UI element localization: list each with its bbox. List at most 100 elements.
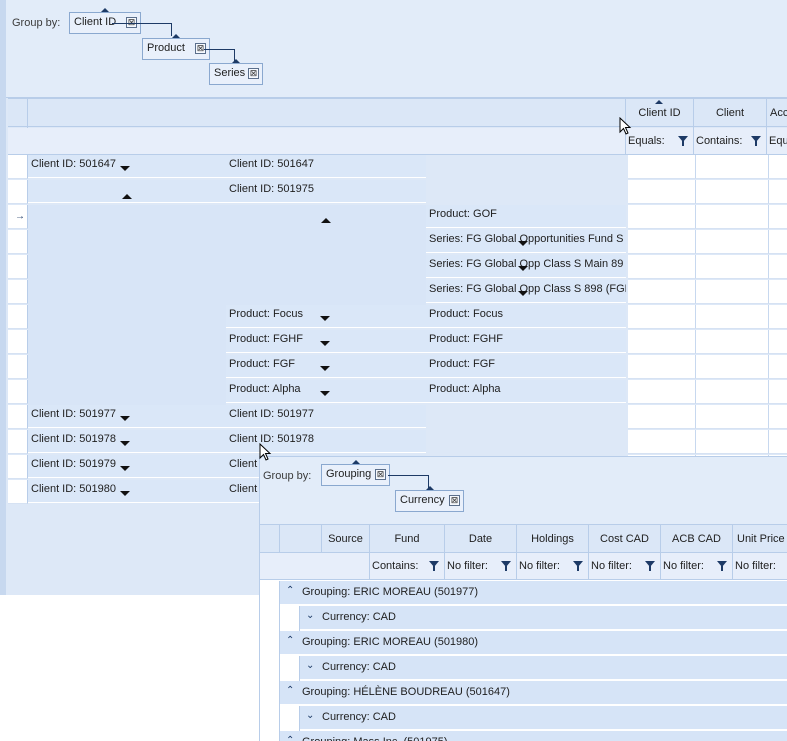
group-by-panel[interactable]: Group by: Client ID ⊠ Product ⊠ Series ⊠ [6,0,787,98]
group-row-cell[interactable]: Client ID: 501979 [28,455,226,478]
group-row-band[interactable]: ⌄ Currency: CAD [300,606,787,630]
filter-date[interactable]: No filter: [445,553,517,579]
data-cell-acc[interactable] [769,330,787,354]
group-chip-series[interactable]: Series ⊠ [209,59,263,85]
filter-fund[interactable]: Contains: [370,553,445,579]
data-cell-acc[interactable] [769,430,787,454]
data-cell-client-id[interactable] [628,155,696,179]
filter-client[interactable]: Contains: [694,128,767,154]
data-cell-client[interactable] [696,205,769,229]
row-selector[interactable] [8,155,28,179]
data-cell-acc[interactable] [769,355,787,379]
group-row-cell[interactable]: Product: FGHF [226,330,426,353]
group-row-cell[interactable]: Client ID: 501647 [226,155,426,178]
row-selector[interactable] [260,656,280,681]
group-chip-currency[interactable]: Currency ⊠ [395,486,464,512]
data-cell-acc[interactable] [769,405,787,429]
expand-arrow-icon[interactable] [120,441,130,446]
group-row-cell[interactable]: Client ID: 501647 [28,155,226,178]
group-row-band[interactable]: ⌃ Grouping: ERIC MOREAU (501980) [280,631,787,655]
collapse-chevron-icon[interactable]: ⌃ [286,585,294,596]
group-row-cell[interactable]: Series: FG Global Opportunities Fund S [426,230,626,253]
expand-arrow-icon[interactable] [320,341,330,346]
column-header-client-id[interactable]: Client ID [626,99,694,128]
group-by-panel[interactable]: Group by: Grouping ⊠ Currency ⊠ [260,457,787,525]
filter-unit-price[interactable]: No filter: [733,553,787,579]
data-cell-acc[interactable] [769,305,787,329]
filter-icon[interactable] [573,561,583,571]
group-row-band[interactable]: ⌃ Grouping: Mass Inc. (501975) [280,731,787,741]
row-selector[interactable] [8,330,28,354]
group-row-cell[interactable]: Product: FGF [426,355,626,378]
collapse-chevron-icon[interactable]: ⌃ [286,735,294,741]
expand-arrow-icon[interactable] [320,366,330,371]
group-row-cell[interactable]: Client ID: 501978 [28,430,226,453]
filter-holdings[interactable]: No filter: [517,553,589,579]
data-cell-acc[interactable] [769,155,787,179]
group-row-cell[interactable]: Client ID: 501975 [226,180,426,203]
expand-arrow-icon[interactable] [120,491,130,496]
filter-cost-cad[interactable]: No filter: [589,553,661,579]
expand-chevron-icon[interactable]: ⌄ [306,710,314,721]
column-header-fund[interactable]: Fund [370,525,445,553]
group-row-cell[interactable]: Product: FGHF [426,330,626,353]
group-row-cell[interactable]: Product: Focus [226,305,426,328]
row-selector[interactable] [8,280,28,304]
expand-arrow-icon[interactable] [518,266,528,271]
group-row-cell[interactable] [28,180,226,203]
group-row-cell[interactable]: Product: Focus [426,305,626,328]
filter-icon[interactable] [678,136,688,146]
data-cell-client-id[interactable] [628,305,696,329]
row-selector[interactable] [260,631,280,656]
filter-icon[interactable] [751,136,761,146]
data-cell-client[interactable] [696,230,769,254]
group-row-cell[interactable]: Product: Alpha [226,380,426,403]
data-cell-acc[interactable] [769,280,787,304]
data-cell-client-id[interactable] [628,330,696,354]
row-selector[interactable] [260,606,280,631]
filter-acb-cad[interactable]: No filter: [661,553,733,579]
remove-group-icon[interactable]: ⊠ [449,495,460,506]
row-selector[interactable] [8,230,28,254]
group-row-cell[interactable]: Product: GOF [426,205,626,228]
row-selector[interactable] [8,405,28,429]
expand-arrow-icon[interactable] [120,166,130,171]
group-row-cell[interactable]: Client ID: 501977 [28,405,226,428]
group-row-cell[interactable]: Client ID: 501978 [226,430,426,453]
data-cell-client-id[interactable] [628,280,696,304]
column-header-cost-cad[interactable]: Cost CAD [589,525,661,553]
group-chip-grouping[interactable]: Grouping ⊠ [321,460,390,486]
group-row-grouping[interactable]: ⌃ Grouping: ERIC MOREAU (501977) [260,581,787,606]
data-cell-client[interactable] [696,330,769,354]
data-cell-client-id[interactable] [628,355,696,379]
expand-arrow-icon[interactable] [518,241,528,246]
row-selector[interactable] [260,581,280,606]
data-cell-client[interactable] [696,355,769,379]
data-cell-client-id[interactable] [628,430,696,454]
group-row-band[interactable]: ⌄ Currency: CAD [300,706,787,730]
group-row-currency[interactable]: ⌄ Currency: CAD [260,606,787,631]
data-cell-client-id[interactable] [628,205,696,229]
group-row-cell[interactable]: Product: FGF [226,355,426,378]
collapse-chevron-icon[interactable]: ⌃ [286,635,294,646]
remove-group-icon[interactable]: ⊠ [248,68,259,79]
row-selector[interactable] [260,681,280,706]
group-row-cell[interactable]: Series: FG Global Opp Class S 898 (FGL [426,280,626,303]
data-cell-client-id[interactable] [628,405,696,429]
data-cell-client[interactable] [696,430,769,454]
expand-chevron-icon[interactable]: ⌄ [306,660,314,671]
group-chip-product[interactable]: Product ⊠ [142,34,210,60]
row-selector[interactable] [8,355,28,379]
row-selector[interactable] [8,480,28,504]
filter-icon[interactable] [717,561,727,571]
group-row-cell[interactable]: Client ID: 501977 [226,405,426,428]
column-header-client[interactable]: Client [694,99,767,128]
row-selector[interactable] [260,706,280,731]
group-row-cell[interactable]: Client ID: 501980 [28,480,226,503]
data-cell-client[interactable] [696,405,769,429]
remove-group-icon[interactable]: ⊠ [375,469,386,480]
expand-arrow-icon[interactable] [120,416,130,421]
group-row-cell[interactable]: Product: Alpha [426,380,626,403]
filter-client-id[interactable]: Equals: [626,128,694,154]
group-row-currency[interactable]: ⌄ Currency: CAD [260,656,787,681]
